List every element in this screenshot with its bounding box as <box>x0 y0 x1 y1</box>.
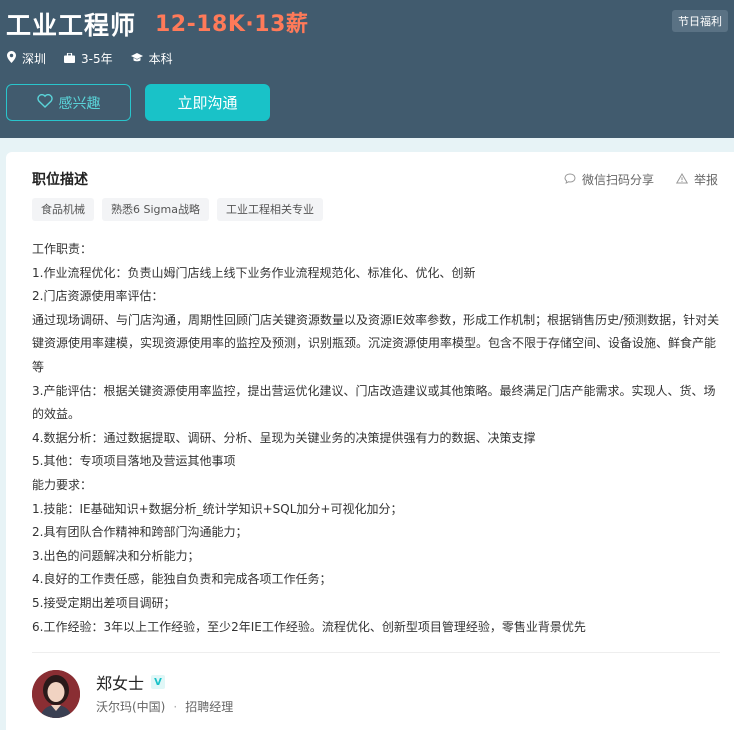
experience-text: 3-5年 <box>81 52 113 66</box>
recruiter-company: 沃尔玛(中国) <box>96 700 166 714</box>
chat-bubble-icon <box>564 172 582 187</box>
benefit-badge: 节日福利 <box>672 10 728 32</box>
location-text: 深圳 <box>22 52 47 66</box>
job-description-card: 职位描述 微信扫码分享 举报 食品机械 熟悉6 Sigma战略 工业工程相关专业… <box>6 152 734 730</box>
education-text: 本科 <box>148 52 173 66</box>
experience-item: 3-5年 <box>64 50 113 67</box>
job-header: 工业工程师 12-18K·13薪 节日福利 深圳 3-5年 本科 感兴趣 立即沟… <box>0 0 734 138</box>
report-link[interactable]: 举报 <box>675 171 718 188</box>
verified-badge-icon: V <box>151 675 166 689</box>
wechat-share-link[interactable]: 微信扫码分享 <box>564 171 654 188</box>
warning-icon <box>675 172 694 187</box>
job-title: 工业工程师 <box>6 11 137 40</box>
description-line: 3.产能评估：根据关键资源使用率监控，提出营运优化建议、门店改造建议或其他策略。… <box>32 383 716 422</box>
description-line: 1.技能：IE基础知识+数据分析_统计学知识+SQL加分+可视化加分； <box>32 501 403 516</box>
recruiter-role: 招聘经理 <box>185 700 234 714</box>
skill-tag: 工业工程相关专业 <box>216 198 323 221</box>
location-pin-icon <box>7 51 22 66</box>
separator-dot: · <box>173 700 178 714</box>
recruiter-avatar[interactable] <box>32 670 80 718</box>
description-line: 5.其他：专项项目落地及营运其他事项 <box>32 454 236 469</box>
skill-tags: 食品机械 熟悉6 Sigma战略 工业工程相关专业 <box>32 198 331 221</box>
description-line: 4.良好的工作责任感，能独自负责和完成各项工作任务； <box>32 572 332 587</box>
wechat-share-label: 微信扫码分享 <box>581 173 654 187</box>
description-line: 工作职责： <box>32 242 93 256</box>
description-line: 5.接受定期出差项目调研； <box>32 595 176 610</box>
recruiter-info: 沃尔玛(中国) · 招聘经理 <box>96 698 233 715</box>
section-title: 职位描述 <box>32 172 88 188</box>
job-salary: 12-18K·13薪 <box>155 12 309 37</box>
job-meta: 深圳 3-5年 本科 <box>7 50 191 67</box>
education-item: 本科 <box>130 50 173 67</box>
skill-tag: 食品机械 <box>32 198 94 221</box>
recruiter-name: 郑女士 <box>96 674 145 693</box>
description-line: 3.出色的问题解决和分析能力； <box>32 548 200 563</box>
skill-tag: 熟悉6 Sigma战略 <box>102 198 209 221</box>
divider <box>32 652 720 653</box>
card-actions: 微信扫码分享 举报 <box>542 171 718 188</box>
interest-button[interactable]: 感兴趣 <box>6 84 131 121</box>
location-item: 深圳 <box>7 50 46 67</box>
description-line: 4.数据分析：通过数据提取、调研、分析、呈现为关键业务的决策提供强有力的数据、决… <box>32 430 536 445</box>
description-line: 2.具有团队合作精神和跨部门沟通能力； <box>32 525 248 540</box>
heart-icon <box>36 93 59 112</box>
recruiter-name-row: 郑女士 V <box>96 670 166 694</box>
job-description-text: 工作职责： 1.作业流程优化：负责山姆门店线上线下业务作业流程规范化、标准化、优… <box>32 238 722 639</box>
chat-now-button[interactable]: 立即沟通 <box>145 84 270 121</box>
description-line: 通过现场调研、与门店沟通，周期性回顾门店关键资源数量以及资源IE效率参数，形成工… <box>32 312 720 374</box>
interest-label: 感兴趣 <box>58 95 101 112</box>
description-line: 1.作业流程优化：负责山姆门店线上线下业务作业流程规范化、标准化、优化、创新 <box>32 265 476 280</box>
report-label: 举报 <box>693 173 718 187</box>
description-line: 2.门店资源使用率评估： <box>32 289 164 304</box>
description-line: 6.工作经验：3年以上工作经验，至少2年IE工作经验。流程优化、创新型项目管理经… <box>32 619 586 634</box>
graduation-cap-icon <box>130 52 149 66</box>
description-line: 能力要求： <box>32 477 93 492</box>
briefcase-icon <box>64 51 81 66</box>
